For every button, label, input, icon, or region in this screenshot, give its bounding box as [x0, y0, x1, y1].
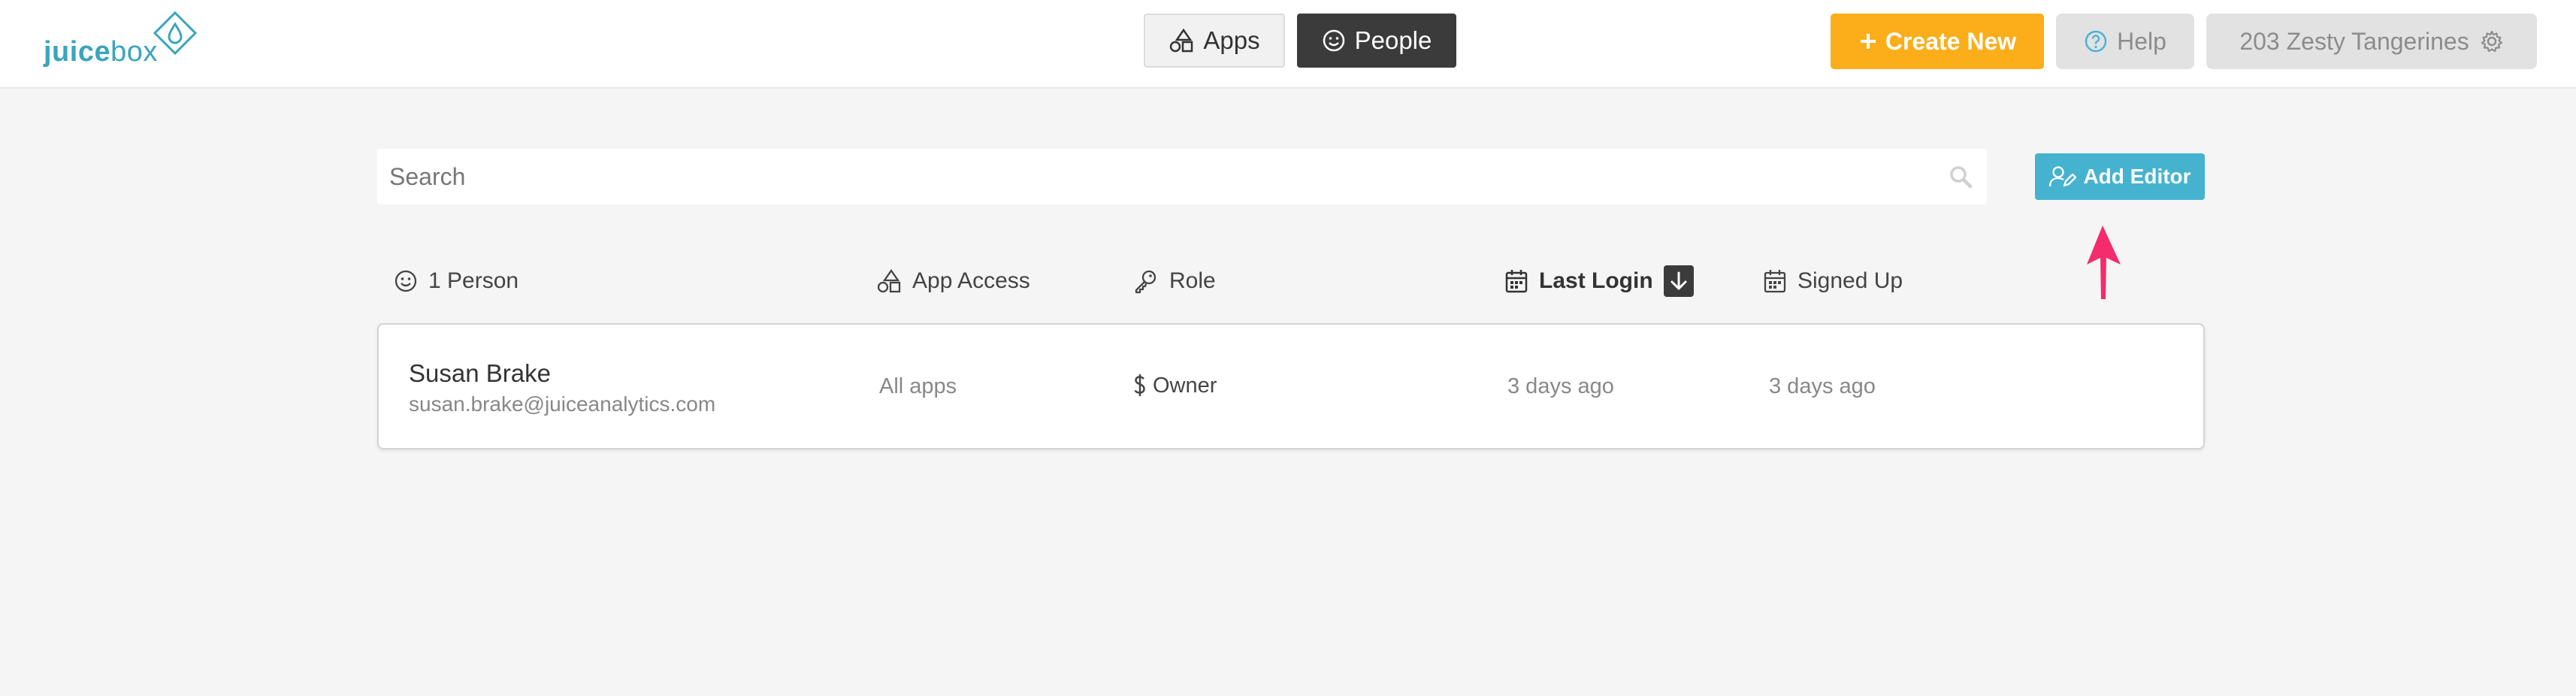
nav-apps-label: Apps — [1203, 26, 1260, 54]
add-editor-button[interactable]: Add Editor — [2035, 153, 2205, 200]
nav-people-button[interactable]: People — [1297, 14, 1456, 68]
plus-icon — [1860, 34, 1876, 49]
create-new-button[interactable]: Create New — [1831, 14, 2044, 69]
dollar-icon — [1134, 374, 1145, 396]
gear-icon — [2481, 30, 2502, 53]
help-label: Help — [2117, 27, 2166, 55]
account-settings-button[interactable]: 203 Zesty Tangerines — [2206, 14, 2537, 69]
column-person-label: 1 Person — [428, 268, 519, 293]
logo-text-juice: juice — [44, 36, 111, 68]
column-app-access-label: App Access — [912, 268, 1030, 293]
shapes-icon — [877, 268, 901, 293]
sort-descending-button[interactable] — [1663, 265, 1694, 297]
column-header-role: Role — [1133, 266, 1216, 296]
account-name: 203 Zesty Tangerines — [2239, 27, 2469, 55]
top-header: juicebox Apps People Create New Help 203… — [0, 0, 2576, 89]
role-cell: Owner — [1133, 373, 1217, 398]
drop-diamond-icon — [153, 11, 198, 56]
column-header-last-login[interactable]: Last Login — [1504, 265, 1694, 297]
column-role-label: Role — [1169, 268, 1216, 293]
smiley-icon — [1323, 29, 1344, 52]
column-header-person: 1 Person — [394, 266, 519, 296]
nav-apps-button[interactable]: Apps — [1144, 14, 1285, 68]
calendar-icon — [1505, 270, 1528, 293]
column-signed-up-label: Signed Up — [1797, 268, 1903, 293]
column-header-signed-up[interactable]: Signed Up — [1763, 266, 1903, 296]
people-search — [377, 149, 1987, 204]
nav-people-label: People — [1354, 26, 1432, 54]
search-input[interactable] — [377, 149, 1987, 204]
app-access-value: All apps — [879, 374, 957, 398]
juicebox-logo[interactable]: juicebox — [44, 11, 209, 71]
signed-up-value: 3 days ago — [1769, 374, 1876, 398]
search-icon[interactable] — [1948, 164, 1973, 189]
annotation-arrow-icon — [2087, 225, 2121, 299]
person-email: susan.brake@juiceanalytics.com — [409, 392, 716, 416]
arrow-down-icon — [1670, 271, 1687, 290]
person-name: Susan Brake — [409, 359, 551, 387]
create-new-label: Create New — [1885, 27, 2017, 55]
key-icon — [1135, 270, 1156, 294]
help-button[interactable]: Help — [2056, 14, 2194, 69]
logo-text: juicebox — [44, 36, 158, 68]
add-editor-label: Add Editor — [2083, 165, 2191, 188]
question-circle-icon — [2085, 30, 2107, 53]
column-last-login-label: Last Login — [1539, 268, 1653, 293]
smiley-icon — [395, 270, 417, 292]
logo-text-box: box — [110, 36, 158, 68]
calendar-icon — [1764, 270, 1786, 293]
table-row[interactable]: Susan Brake susan.brake@juiceanalytics.c… — [377, 323, 2205, 449]
column-header-app-access: App Access — [876, 266, 1030, 296]
shapes-icon — [1170, 28, 1193, 53]
last-login-value: 3 days ago — [1507, 374, 1614, 398]
role-value: Owner — [1153, 373, 1217, 398]
user-edit-icon — [2049, 166, 2077, 187]
